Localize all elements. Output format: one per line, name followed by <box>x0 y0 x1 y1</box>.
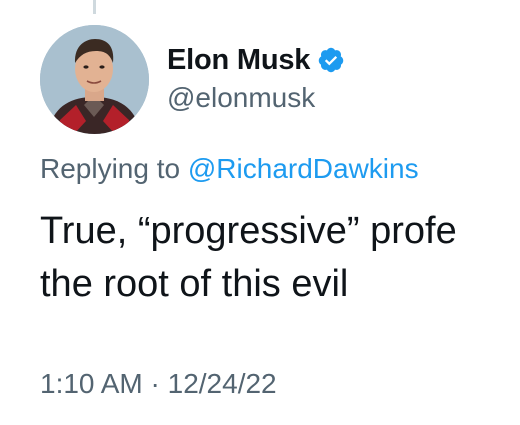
tweet-text-line: True, “progressive” profe <box>40 210 457 252</box>
tweet-text: True, “progressive” profe the root of th… <box>40 205 520 311</box>
tweet-card: Elon Musk @elonmusk Replying to @Richard… <box>0 0 520 425</box>
meta-separator: · <box>142 368 168 399</box>
thread-connector-line <box>93 0 96 14</box>
tweet-text-line: the root of this evil <box>40 263 349 305</box>
author-name[interactable]: Elon Musk <box>167 44 310 77</box>
verified-badge-icon <box>317 46 345 74</box>
tweet-time[interactable]: 1:10 AM <box>40 368 143 399</box>
author-handle[interactable]: @elonmusk <box>167 82 315 114</box>
tweet-timestamp[interactable]: 1:10 AM · 12/24/22 <box>40 368 277 400</box>
reply-target-link[interactable]: @RichardDawkins <box>188 153 419 184</box>
replying-to-prefix: Replying to <box>40 153 188 184</box>
author-name-row[interactable]: Elon Musk <box>167 42 345 78</box>
avatar[interactable] <box>40 25 149 134</box>
replying-to-line: Replying to @RichardDawkins <box>40 153 419 185</box>
tweet-date[interactable]: 12/24/22 <box>168 368 277 399</box>
